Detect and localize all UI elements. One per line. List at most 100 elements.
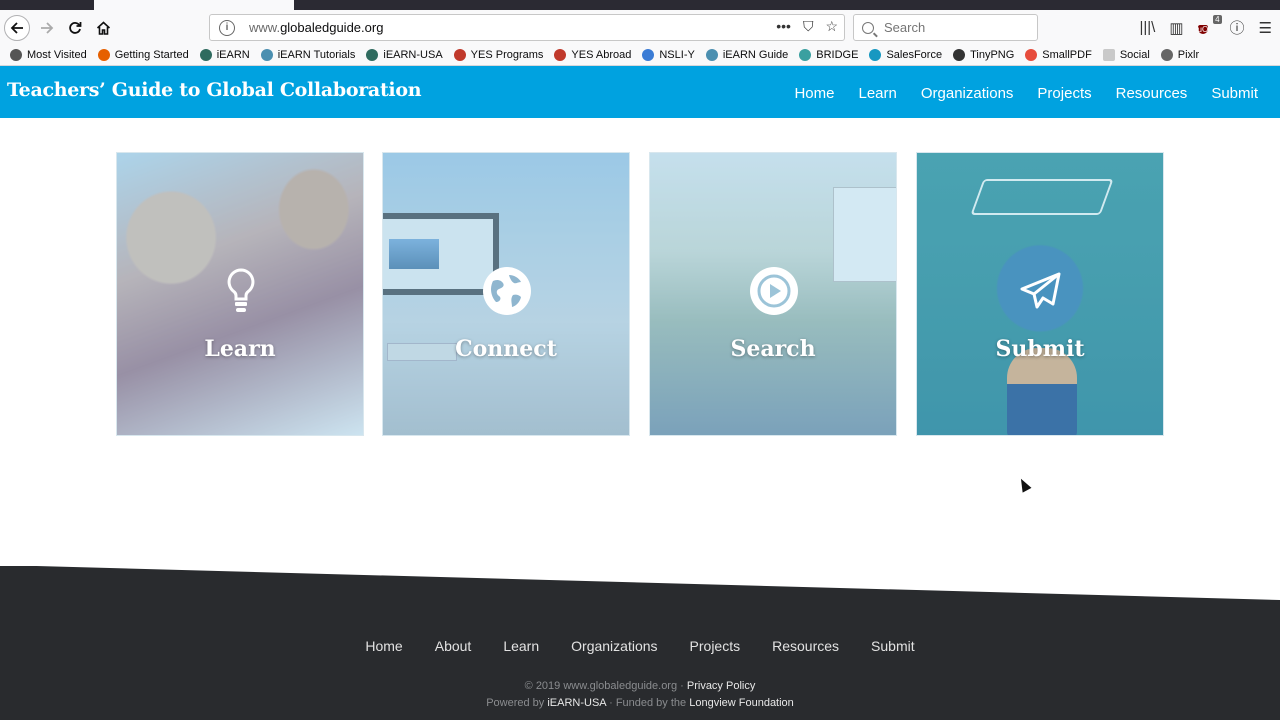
extension-badge: 4: [1213, 14, 1222, 24]
pocket-icon[interactable]: ⛉: [803, 18, 814, 35]
ublock-extension[interactable]: uO 4: [1197, 14, 1222, 37]
search-input[interactable]: [884, 20, 1034, 35]
mouse-cursor: [1016, 476, 1032, 493]
bookmark-label: iEARN Guide: [722, 49, 789, 61]
bookmark-item[interactable]: iEARN Guide: [705, 49, 789, 61]
bookmark-label: TinyPNG: [970, 49, 1015, 61]
favicon-icon: [366, 49, 379, 61]
bookmark-item[interactable]: TinyPNG: [953, 49, 1014, 61]
favicon-icon: [953, 49, 966, 61]
bookmark-label: SalesForce: [886, 49, 943, 61]
lightbulb-icon: [217, 267, 265, 315]
nav-organizations[interactable]: Organizations: [921, 85, 1014, 102]
password-manager-icon[interactable]: ⓘ: [1230, 17, 1245, 38]
bookmark-item[interactable]: YES Programs: [453, 49, 543, 61]
folder-icon: [1102, 49, 1115, 61]
nav-resources[interactable]: Resources: [1116, 85, 1188, 102]
sidebar-icon[interactable]: ▥: [1169, 19, 1183, 37]
bookmark-label: Most Visited: [27, 49, 87, 61]
bookmark-item[interactable]: SmallPDF: [1025, 49, 1092, 61]
site-title[interactable]: Teachers’ Guide to Global Collaboration: [7, 79, 422, 101]
tile-submit-label: Submit: [995, 336, 1085, 362]
favicon-icon: [260, 49, 273, 61]
active-tab[interactable]: [94, 0, 294, 10]
bookmark-item[interactable]: SalesForce: [869, 49, 942, 61]
tile-connect-label: Connect: [455, 336, 557, 362]
tile-learn-label: Learn: [204, 336, 276, 362]
bookmark-item[interactable]: iEARN Tutorials: [260, 49, 356, 61]
footer-link-resources[interactable]: Resources: [772, 638, 839, 654]
gear-icon: [10, 49, 22, 61]
favicon-icon: [799, 49, 812, 61]
bookmark-item[interactable]: NSLI-Y: [642, 49, 695, 61]
tile-search[interactable]: Search: [649, 152, 897, 436]
bookmark-label: BRIDGE: [816, 49, 859, 61]
footer-link-home[interactable]: Home: [365, 638, 402, 654]
privacy-policy-link[interactable]: Privacy Policy: [687, 680, 755, 692]
url-actions: ••• ⛉ ☆: [776, 18, 838, 35]
library-icon[interactable]: |||\: [1139, 19, 1155, 36]
copyright-line: © 2019 www.globaledguide.org · Privacy P…: [0, 680, 1280, 692]
bookmark-label: iEARN Tutorials: [277, 49, 356, 61]
search-bar[interactable]: [853, 14, 1038, 41]
home-button[interactable]: [90, 15, 116, 41]
browser-toolbar: i www.globaledguide.org ••• ⛉ ☆ |||\ ▥ u…: [0, 10, 1280, 45]
search-icon: [862, 21, 874, 34]
favicon-icon: [705, 49, 718, 61]
tile-learn[interactable]: Learn: [116, 152, 364, 436]
home-icon: [96, 21, 110, 35]
bookmark-label: iEARN-USA: [383, 49, 443, 61]
footer-link-learn[interactable]: Learn: [503, 638, 539, 654]
hamburger-menu-icon[interactable]: ☰: [1259, 19, 1272, 37]
nav-home[interactable]: Home: [794, 85, 834, 102]
bookmark-item[interactable]: Most Visited: [10, 49, 87, 61]
url-domain: globaledguide.org: [280, 20, 384, 35]
url-prefix: www.: [249, 20, 281, 35]
tile-connect[interactable]: Connect: [382, 152, 630, 436]
play-icon: [750, 267, 798, 315]
footer-link-organizations[interactable]: Organizations: [571, 638, 657, 654]
arrow-right-icon: [41, 22, 54, 34]
tab-strip: [0, 0, 1280, 10]
bookmark-item[interactable]: YES Abroad: [554, 49, 631, 61]
bookmark-item[interactable]: iEARN-USA: [366, 49, 443, 61]
favicon-icon: [642, 49, 655, 61]
info-icon[interactable]: i: [219, 19, 235, 36]
nav-learn[interactable]: Learn: [858, 85, 896, 102]
footer-link-projects[interactable]: Projects: [690, 638, 741, 654]
bookmark-label: YES Abroad: [571, 49, 632, 61]
bookmark-star-icon[interactable]: ☆: [825, 18, 838, 35]
url-bar[interactable]: i www.globaledguide.org ••• ⛉ ☆: [209, 14, 845, 41]
back-button[interactable]: [4, 15, 30, 41]
footer-slant: [0, 565, 1280, 600]
bookmark-label: Getting Started: [114, 49, 189, 61]
favicon-icon: [97, 49, 110, 61]
site-header: Teachers’ Guide to Global Collaboration …: [0, 66, 1280, 118]
nav-submit[interactable]: Submit: [1211, 85, 1258, 102]
favicon-icon: [453, 49, 466, 61]
more-actions-icon[interactable]: •••: [776, 18, 791, 35]
favicon-icon: [554, 49, 567, 61]
bookmark-item[interactable]: BRIDGE: [799, 49, 858, 61]
favicon-icon: [199, 49, 212, 61]
forward-button[interactable]: [34, 15, 60, 41]
favicon-icon: [1025, 49, 1038, 61]
reload-button[interactable]: [62, 15, 88, 41]
footer-link-about[interactable]: About: [435, 638, 472, 654]
footer-link-submit[interactable]: Submit: [871, 638, 915, 654]
funded-text: · Funded by the: [609, 697, 687, 709]
bookmark-label: Pixlr: [1177, 49, 1200, 61]
nav-projects[interactable]: Projects: [1037, 85, 1091, 102]
ublock-icon: uO: [1197, 24, 1209, 34]
bookmark-item[interactable]: Getting Started: [97, 49, 189, 61]
bookmarks-toolbar: Most Visited Getting Started iEARN iEARN Tu…: [0, 45, 1280, 66]
bookmark-item[interactable]: Social: [1102, 49, 1150, 61]
iearn-usa-link[interactable]: iEARN-USA: [547, 697, 606, 709]
bookmark-item[interactable]: Pixlr: [1160, 49, 1200, 61]
favicon-icon: [869, 49, 882, 61]
bookmark-item[interactable]: iEARN: [199, 49, 250, 61]
tile-submit[interactable]: Submit: [916, 152, 1164, 436]
longview-foundation-link[interactable]: Longview Foundation: [689, 697, 794, 709]
arrow-left-icon: [10, 22, 23, 34]
url-text[interactable]: www.globaledguide.org: [249, 20, 383, 35]
